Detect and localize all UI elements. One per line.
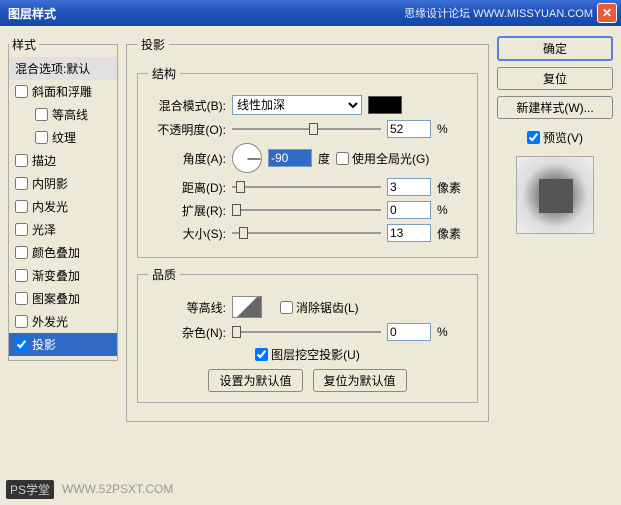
size-slider[interactable]	[232, 224, 381, 242]
style-checkbox[interactable]	[15, 292, 28, 305]
style-checkbox[interactable]	[15, 223, 28, 236]
style-label: 图案叠加	[32, 290, 80, 307]
style-label: 等高线	[52, 106, 88, 123]
size-label: 大小(S):	[148, 225, 226, 242]
style-item[interactable]: 斜面和浮雕	[9, 80, 117, 103]
style-checkbox[interactable]	[15, 246, 28, 259]
preview-thumbnail	[516, 156, 594, 234]
noise-label: 杂色(N):	[148, 324, 226, 341]
spread-input[interactable]	[387, 201, 431, 219]
shadow-color-swatch[interactable]	[368, 96, 402, 114]
distance-slider[interactable]	[232, 178, 381, 196]
style-checkbox[interactable]	[35, 108, 48, 121]
blend-options-item[interactable]: 混合选项:默认	[9, 57, 117, 80]
contour-label: 等高线:	[148, 299, 226, 316]
spread-label: 扩展(R):	[148, 202, 226, 219]
style-item[interactable]: 内阴影	[9, 172, 117, 195]
style-item[interactable]: 纹理	[9, 126, 117, 149]
opacity-slider[interactable]	[232, 120, 381, 138]
style-checkbox[interactable]	[15, 200, 28, 213]
style-label: 描边	[32, 152, 56, 169]
opacity-input[interactable]	[387, 120, 431, 138]
style-label: 纹理	[52, 129, 76, 146]
quality-group: 品质 等高线: 消除锯齿(L) 杂色(N): % 图层挖空投影(U)	[137, 266, 478, 403]
styles-sidebar: 样式 混合选项:默认斜面和浮雕等高线纹理描边内阴影内发光光泽颜色叠加渐变叠加图案…	[8, 36, 118, 473]
reset-default-button[interactable]: 复位为默认值	[313, 369, 407, 392]
close-button[interactable]: ✕	[597, 3, 617, 23]
angle-dial[interactable]	[232, 143, 262, 173]
spread-slider[interactable]	[232, 201, 381, 219]
style-item[interactable]: 外发光	[9, 310, 117, 333]
style-label: 颜色叠加	[32, 244, 80, 261]
structure-legend: 结构	[148, 65, 180, 82]
effect-panel: 投影 结构 混合模式(B): 线性加深 不透明度(O): % 角度(A):	[126, 36, 489, 422]
knockout-checkbox[interactable]: 图层挖空投影(U)	[255, 346, 360, 363]
style-checkbox[interactable]	[35, 131, 48, 144]
style-checkbox[interactable]	[15, 315, 28, 328]
spread-unit: %	[437, 203, 467, 217]
noise-input[interactable]	[387, 323, 431, 341]
blend-mode-select[interactable]: 线性加深	[232, 95, 362, 115]
brand-text: 思缘设计论坛 WWW.MISSYUAN.COM	[404, 5, 593, 21]
style-item[interactable]: 渐变叠加	[9, 264, 117, 287]
cancel-button[interactable]: 复位	[497, 67, 613, 90]
structure-group: 结构 混合模式(B): 线性加深 不透明度(O): % 角度(A): 度	[137, 65, 478, 258]
style-checkbox[interactable]	[15, 177, 28, 190]
sidebar-legend: 样式	[9, 36, 39, 53]
style-item[interactable]: 颜色叠加	[9, 241, 117, 264]
size-input[interactable]	[387, 224, 431, 242]
preview-checkbox[interactable]: 预览(V)	[497, 129, 613, 146]
distance-unit: 像素	[437, 179, 467, 196]
style-checkbox[interactable]	[15, 154, 28, 167]
effect-legend: 投影	[137, 36, 169, 53]
new-style-button[interactable]: 新建样式(W)...	[497, 96, 613, 119]
ok-button[interactable]: 确定	[497, 36, 613, 61]
angle-unit: 度	[318, 150, 330, 167]
opacity-unit: %	[437, 122, 467, 136]
noise-slider[interactable]	[232, 323, 381, 341]
style-label: 光泽	[32, 221, 56, 238]
style-item[interactable]: 等高线	[9, 103, 117, 126]
angle-label: 角度(A):	[148, 150, 226, 167]
contour-picker[interactable]	[232, 296, 262, 318]
global-light-checkbox[interactable]: 使用全局光(G)	[336, 150, 429, 167]
style-checkbox[interactable]	[15, 338, 28, 351]
style-item[interactable]: 投影	[9, 333, 117, 356]
style-label: 外发光	[32, 313, 68, 330]
style-label: 内阴影	[32, 175, 68, 192]
distance-input[interactable]	[387, 178, 431, 196]
angle-input[interactable]	[268, 149, 312, 167]
style-item[interactable]: 光泽	[9, 218, 117, 241]
opacity-label: 不透明度(O):	[148, 121, 226, 138]
style-label: 投影	[32, 336, 56, 353]
blend-mode-label: 混合模式(B):	[148, 97, 226, 114]
style-label: 渐变叠加	[32, 267, 80, 284]
antialias-checkbox[interactable]: 消除锯齿(L)	[280, 299, 359, 316]
noise-unit: %	[437, 325, 467, 339]
window-title: 图层样式	[4, 5, 404, 22]
style-label: 内发光	[32, 198, 68, 215]
style-checkbox[interactable]	[15, 269, 28, 282]
distance-label: 距离(D):	[148, 179, 226, 196]
titlebar: 图层样式 思缘设计论坛 WWW.MISSYUAN.COM ✕	[0, 0, 621, 26]
style-item[interactable]: 内发光	[9, 195, 117, 218]
style-label: 斜面和浮雕	[32, 83, 92, 100]
size-unit: 像素	[437, 225, 467, 242]
style-item[interactable]: 描边	[9, 149, 117, 172]
style-item[interactable]: 图案叠加	[9, 287, 117, 310]
quality-legend: 品质	[148, 266, 180, 283]
footer-watermark: PS学堂 WWW.52PSXT.COM	[0, 479, 621, 499]
style-checkbox[interactable]	[15, 85, 28, 98]
make-default-button[interactable]: 设置为默认值	[208, 369, 302, 392]
